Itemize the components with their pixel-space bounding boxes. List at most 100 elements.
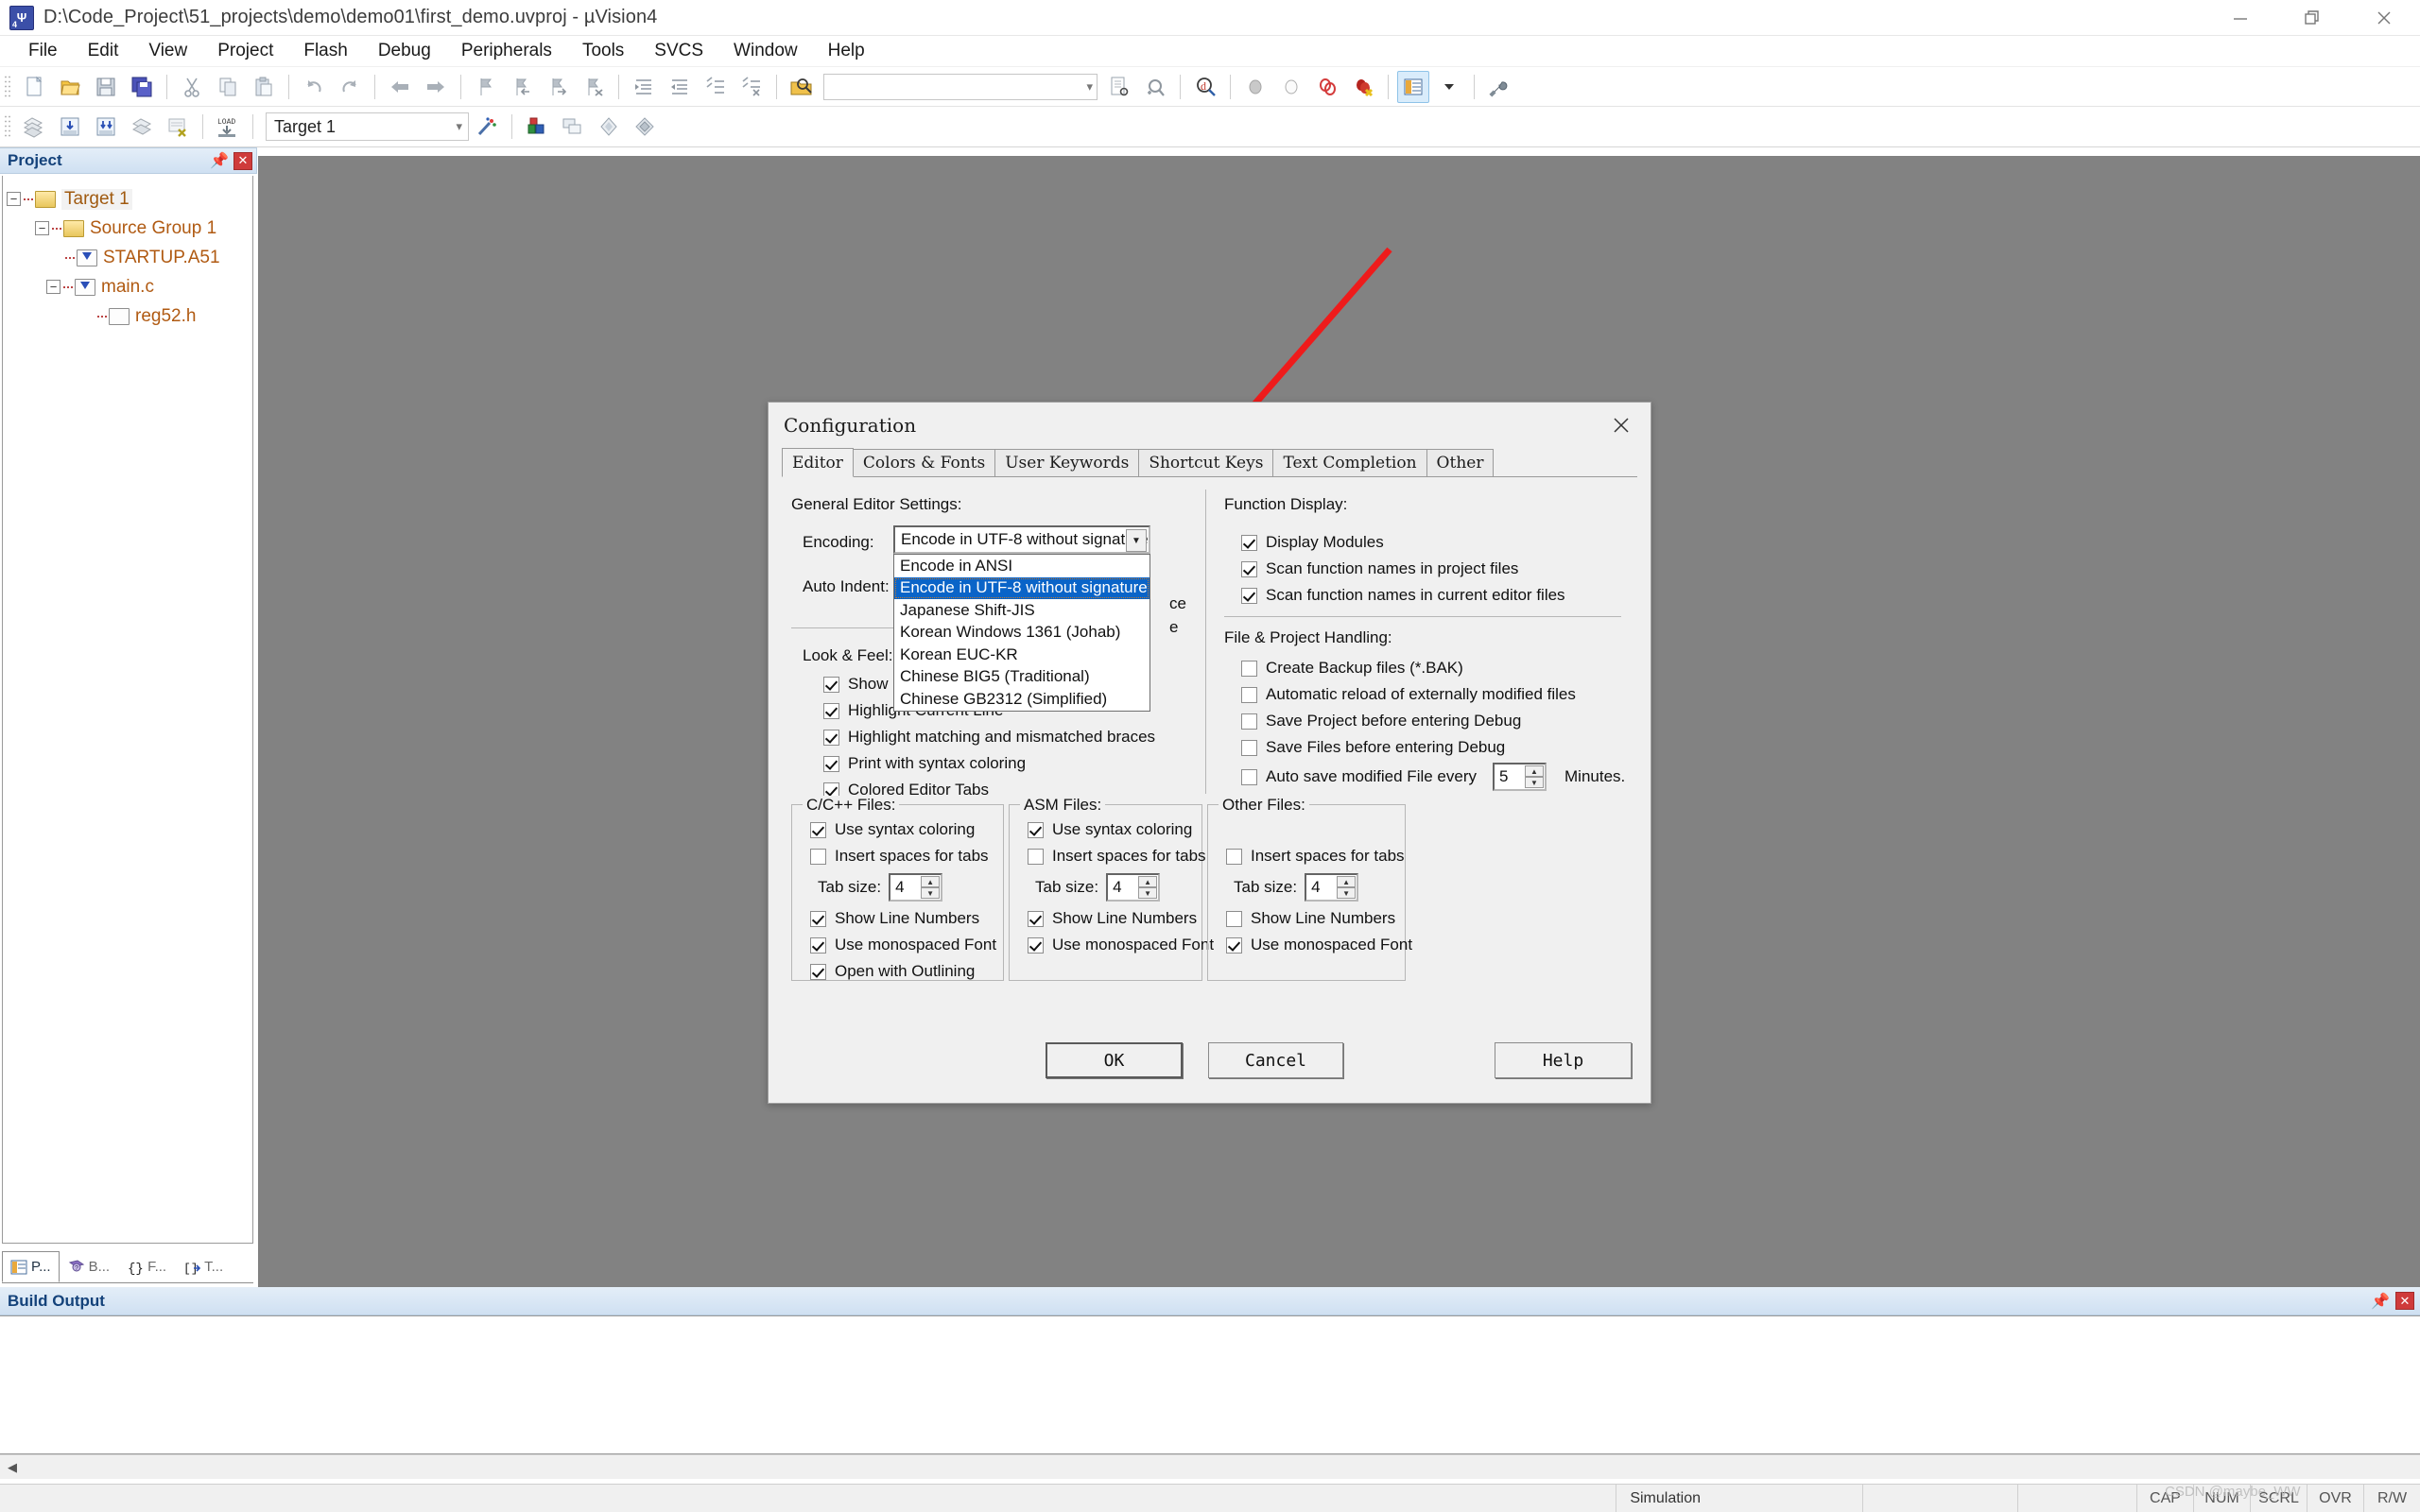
- encoding-dropdown-list[interactable]: Encode in ANSI Encode in UTF-8 without s…: [893, 554, 1150, 712]
- checkbox-box[interactable]: [1028, 821, 1044, 838]
- c-tab-size-stepper[interactable]: 4 ▲ ▼: [889, 873, 943, 902]
- toolbar-grip[interactable]: [4, 114, 11, 139]
- checkbox-box[interactable]: [1028, 848, 1044, 865]
- checkbox-save-project-before-debug[interactable]: Save Project before entering Debug: [1241, 708, 1625, 734]
- checkbox-other-use-monospaced-font[interactable]: Use monospaced Font: [1226, 932, 1412, 958]
- checkbox-other-show-line-numbers[interactable]: Show Line Numbers: [1226, 905, 1412, 932]
- chevron-down-icon[interactable]: [1433, 71, 1465, 103]
- checkbox-auto-save-modified-file[interactable]: Auto save modified File every 5 ▲ ▼ Minu…: [1241, 761, 1625, 793]
- menu-project[interactable]: Project: [202, 38, 288, 64]
- bookmark-toggle-icon[interactable]: [470, 71, 502, 103]
- checkbox-asm-use-syntax-coloring[interactable]: Use syntax coloring: [1028, 816, 1214, 843]
- checkbox-box[interactable]: [1241, 713, 1257, 730]
- tree-node-startup-a51[interactable]: STARTUP.A51: [7, 243, 252, 272]
- insert-breakpoint-icon[interactable]: [1239, 71, 1271, 103]
- maximize-icon[interactable]: [2276, 0, 2348, 36]
- dropdown-option-euc-kr[interactable]: Korean EUC-KR: [894, 644, 1150, 666]
- menu-file[interactable]: File: [13, 38, 73, 64]
- bookmark-clear-icon[interactable]: [578, 71, 610, 103]
- checkbox-box[interactable]: [823, 729, 839, 746]
- translate-icon[interactable]: [18, 111, 50, 143]
- multi-project-icon[interactable]: [557, 111, 589, 143]
- close-icon[interactable]: [2348, 0, 2420, 36]
- cancel-button[interactable]: Cancel: [1208, 1042, 1343, 1078]
- dropdown-option-ansi[interactable]: Encode in ANSI: [894, 555, 1150, 577]
- tab-user-keywords[interactable]: User Keywords: [994, 449, 1140, 476]
- close-icon[interactable]: ✕: [233, 151, 252, 170]
- find-next-icon[interactable]: [1103, 71, 1135, 103]
- checkbox-scan-editor-files[interactable]: Scan function names in current editor fi…: [1241, 582, 1565, 609]
- build-target-icon[interactable]: [54, 111, 86, 143]
- checkbox-box[interactable]: [1028, 910, 1044, 927]
- kill-all-breakpoints-icon[interactable]: [1347, 71, 1379, 103]
- checkbox-c-show-line-numbers[interactable]: Show Line Numbers: [810, 905, 996, 932]
- checkbox-box[interactable]: [823, 755, 839, 772]
- checkbox-box[interactable]: [823, 676, 839, 693]
- stop-build-icon[interactable]: [162, 111, 194, 143]
- stepper-down-icon[interactable]: ▼: [1337, 887, 1357, 899]
- pin-icon[interactable]: 📌: [2371, 1292, 2390, 1311]
- project-tree[interactable]: − Target 1 − Source Group 1 STARTUP.A51 …: [2, 176, 253, 1244]
- copy-icon[interactable]: [212, 71, 244, 103]
- checkbox-box[interactable]: [1241, 768, 1257, 785]
- encoding-combobox[interactable]: Encode in UTF-8 without signature ▼: [893, 525, 1150, 554]
- chevron-down-icon[interactable]: ▼: [1126, 529, 1147, 552]
- tab-editor[interactable]: Editor: [782, 448, 854, 477]
- close-icon[interactable]: [1601, 407, 1641, 443]
- navigate-forward-icon[interactable]: [420, 71, 452, 103]
- save-icon[interactable]: [90, 71, 122, 103]
- dropdown-option-shift-jis[interactable]: Japanese Shift-JIS: [894, 599, 1150, 622]
- checkbox-box[interactable]: [810, 848, 826, 865]
- project-window-icon[interactable]: [1397, 70, 1429, 103]
- menu-svcs[interactable]: SVCS: [639, 38, 718, 64]
- enable-breakpoint-icon[interactable]: [1275, 71, 1307, 103]
- debug-find-icon[interactable]: d: [1189, 71, 1221, 103]
- help-button[interactable]: Help: [1495, 1042, 1632, 1078]
- checkbox-asm-use-monospaced-font[interactable]: Use monospaced Font: [1028, 932, 1214, 958]
- uncomment-icon[interactable]: [735, 71, 768, 103]
- menu-window[interactable]: Window: [718, 38, 813, 64]
- menu-debug[interactable]: Debug: [363, 38, 446, 64]
- tab-text-completion[interactable]: Text Completion: [1272, 449, 1427, 476]
- bookmark-prev-icon[interactable]: [506, 71, 538, 103]
- tree-node-source-group[interactable]: − Source Group 1: [7, 214, 252, 243]
- checkbox-box[interactable]: [1241, 739, 1257, 756]
- checkbox-save-files-before-debug[interactable]: Save Files before entering Debug: [1241, 734, 1625, 761]
- stepper-down-icon[interactable]: ▼: [921, 887, 941, 899]
- checkbox-box[interactable]: [823, 702, 839, 719]
- disable-all-breakpoints-icon[interactable]: [1311, 71, 1343, 103]
- checkbox-asm-insert-spaces-for-tabs[interactable]: Insert spaces for tabs: [1028, 843, 1214, 869]
- panel-tab-project[interactable]: P...: [2, 1251, 60, 1282]
- stepper-up-icon[interactable]: ▲: [921, 876, 941, 887]
- book-icon[interactable]: [593, 111, 625, 143]
- paste-icon[interactable]: [248, 71, 280, 103]
- expander-minus-icon[interactable]: −: [35, 221, 49, 235]
- expander-minus-icon[interactable]: −: [7, 192, 21, 206]
- ok-button[interactable]: OK: [1046, 1042, 1183, 1078]
- checkbox-box[interactable]: [810, 910, 826, 927]
- manage-components-icon[interactable]: [521, 111, 553, 143]
- tree-node-main-c[interactable]: − main.c: [7, 272, 252, 301]
- stepper-up-icon[interactable]: ▲: [1138, 876, 1158, 887]
- comment-icon[interactable]: [700, 71, 732, 103]
- navigate-back-icon[interactable]: [384, 71, 416, 103]
- undo-icon[interactable]: [298, 71, 330, 103]
- checkbox-box[interactable]: [1241, 534, 1257, 551]
- other-tab-size-stepper[interactable]: 4 ▲ ▼: [1305, 873, 1359, 902]
- autosave-minutes-stepper[interactable]: 5 ▲ ▼: [1493, 763, 1547, 791]
- new-file-icon[interactable]: [18, 71, 50, 103]
- checkbox-box[interactable]: [1241, 660, 1257, 677]
- redo-icon[interactable]: [334, 71, 366, 103]
- tree-node-target[interactable]: − Target 1: [7, 184, 252, 214]
- panel-tab-functions[interactable]: {} F...: [118, 1251, 175, 1282]
- asm-tab-size-stepper[interactable]: 4 ▲ ▼: [1106, 873, 1161, 902]
- save-all-icon[interactable]: [126, 71, 158, 103]
- stepper-up-icon[interactable]: ▲: [1337, 876, 1357, 887]
- bookmark-next-icon[interactable]: [542, 71, 574, 103]
- rebuild-all-icon[interactable]: [90, 111, 122, 143]
- target-options-icon[interactable]: [471, 111, 503, 143]
- build-output-text[interactable]: [0, 1315, 2420, 1454]
- panel-tab-books[interactable]: ? B...: [60, 1251, 119, 1282]
- tree-node-reg52-h[interactable]: reg52.h: [7, 301, 252, 331]
- incremental-find-icon[interactable]: [1139, 71, 1171, 103]
